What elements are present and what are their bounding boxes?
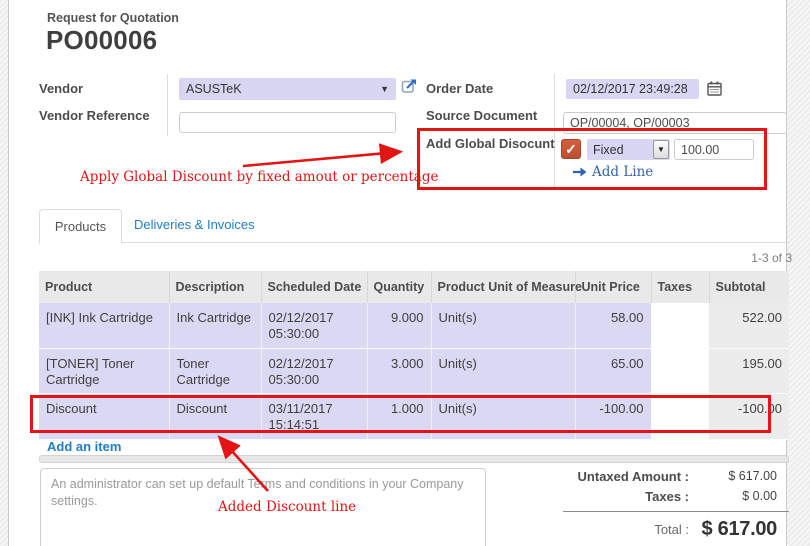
- cell-quantity[interactable]: 1.000: [367, 394, 431, 440]
- col-scheduled-date[interactable]: Scheduled Date: [261, 271, 367, 303]
- form-sheet: Request for Quotation PO00006 Vendor ASU…: [8, 0, 787, 546]
- cell-uom[interactable]: Unit(s): [431, 394, 575, 440]
- page: Request for Quotation PO00006 Vendor ASU…: [0, 0, 810, 546]
- cell-unit-price[interactable]: -100.00: [575, 394, 651, 440]
- order-date-label: Order Date: [426, 81, 493, 96]
- discount-amount-input[interactable]: [674, 139, 754, 160]
- tab-products[interactable]: Products: [39, 209, 122, 244]
- section-separator: [39, 455, 789, 463]
- vendor-reference-label: Vendor Reference: [39, 108, 150, 123]
- col-uom[interactable]: Product Unit of Measure: [431, 271, 575, 303]
- calendar-icon[interactable]: [707, 81, 722, 101]
- table-row-discount[interactable]: Discount Discount 03/11/2017 15:14:51 1.…: [39, 394, 789, 440]
- untaxed-amount-label: Untaxed Amount :: [489, 469, 689, 484]
- vendor-reference-input[interactable]: [179, 112, 396, 133]
- arrow-right-icon: [573, 167, 587, 177]
- col-description[interactable]: Description: [169, 271, 261, 303]
- table-row[interactable]: [TONER] Toner Cartridge Toner Cartridge …: [39, 348, 789, 394]
- global-discount-checkbox[interactable]: ✓: [561, 139, 581, 159]
- cell-description[interactable]: Toner Cartridge: [169, 348, 261, 394]
- order-date-value: 02/12/2017 23:49:28: [573, 82, 688, 96]
- annotation-note-global-discount: Apply Global Discount by fixed amout or …: [80, 169, 438, 185]
- taxes-label: Taxes :: [489, 489, 689, 504]
- cell-product[interactable]: [TONER] Toner Cartridge: [39, 348, 169, 394]
- order-lines-table: Product Description Scheduled Date Quant…: [39, 271, 789, 440]
- cell-quantity[interactable]: 3.000: [367, 348, 431, 394]
- order-date-field[interactable]: 02/12/2017 23:49:28: [566, 79, 699, 99]
- add-line-label: Add Line: [592, 164, 653, 180]
- total-value: $ 617.00: [689, 518, 789, 541]
- source-document-input[interactable]: [563, 112, 787, 134]
- cell-description[interactable]: Discount: [169, 394, 261, 440]
- cell-subtotal: -100.00: [709, 394, 789, 440]
- chevron-down-icon: ▼: [380, 84, 389, 94]
- source-document-label: Source Document: [426, 108, 537, 123]
- cell-taxes[interactable]: [651, 348, 709, 394]
- pager[interactable]: 1-3 of 3: [609, 251, 792, 265]
- left-group-divider: [167, 74, 168, 136]
- untaxed-amount-value: $ 617.00: [689, 469, 789, 483]
- cell-unit-price[interactable]: 65.00: [575, 348, 651, 394]
- cell-product[interactable]: [INK] Ink Cartridge: [39, 303, 169, 348]
- vendor-label: Vendor: [39, 81, 83, 96]
- tab-deliveries-invoices[interactable]: Deliveries & Invoices: [134, 217, 255, 232]
- col-quantity[interactable]: Quantity: [367, 271, 431, 303]
- global-discount-label: Add Global Disocunt: [426, 136, 555, 151]
- table-header-row: Product Description Scheduled Date Quant…: [39, 271, 789, 303]
- document-type-title: Request for Quotation: [47, 11, 179, 25]
- chevron-down-icon: ▼: [653, 140, 669, 159]
- document-number: PO00006: [46, 25, 157, 56]
- cell-unit-price[interactable]: 58.00: [575, 303, 651, 348]
- col-product[interactable]: Product: [39, 271, 169, 303]
- vendor-value: ASUSTeK: [186, 82, 242, 96]
- checkmark-icon: ✓: [565, 142, 577, 156]
- annotation-note-discount-line: Added Discount line: [218, 499, 356, 515]
- totals-divider: [563, 511, 789, 512]
- cell-scheduled-date[interactable]: 02/12/2017 05:30:00: [261, 303, 367, 348]
- cell-scheduled-date[interactable]: 02/12/2017 05:30:00: [261, 348, 367, 394]
- discount-type-value: Fixed: [587, 143, 624, 157]
- cell-scheduled-date[interactable]: 03/11/2017 15:14:51: [261, 394, 367, 440]
- col-subtotal[interactable]: Subtotal: [709, 271, 789, 303]
- cell-product[interactable]: Discount: [39, 394, 169, 440]
- right-group-divider: [554, 74, 555, 190]
- cell-uom[interactable]: Unit(s): [431, 348, 575, 394]
- add-line-link[interactable]: Add Line: [573, 164, 653, 180]
- col-taxes[interactable]: Taxes: [651, 271, 709, 303]
- vendor-select[interactable]: ASUSTeK ▼: [179, 78, 396, 100]
- cell-taxes[interactable]: [651, 394, 709, 440]
- cell-taxes[interactable]: [651, 303, 709, 348]
- cell-quantity[interactable]: 9.000: [367, 303, 431, 348]
- cell-uom[interactable]: Unit(s): [431, 303, 575, 348]
- cell-subtotal: 522.00: [709, 303, 789, 348]
- cell-subtotal: 195.00: [709, 348, 789, 394]
- total-label: Total :: [489, 522, 689, 537]
- col-unit-price[interactable]: Unit Price: [575, 271, 651, 303]
- add-an-item-link[interactable]: Add an item: [47, 439, 121, 454]
- taxes-value: $ 0.00: [689, 489, 789, 503]
- external-link-icon[interactable]: [401, 77, 418, 99]
- totals-block: Untaxed Amount : $ 617.00 Taxes : $ 0.00…: [489, 466, 789, 542]
- discount-type-select[interactable]: Fixed ▼: [587, 139, 670, 160]
- cell-description[interactable]: Ink Cartridge: [169, 303, 261, 348]
- tab-products-label: Products: [55, 219, 106, 234]
- table-row[interactable]: [INK] Ink Cartridge Ink Cartridge 02/12/…: [39, 303, 789, 348]
